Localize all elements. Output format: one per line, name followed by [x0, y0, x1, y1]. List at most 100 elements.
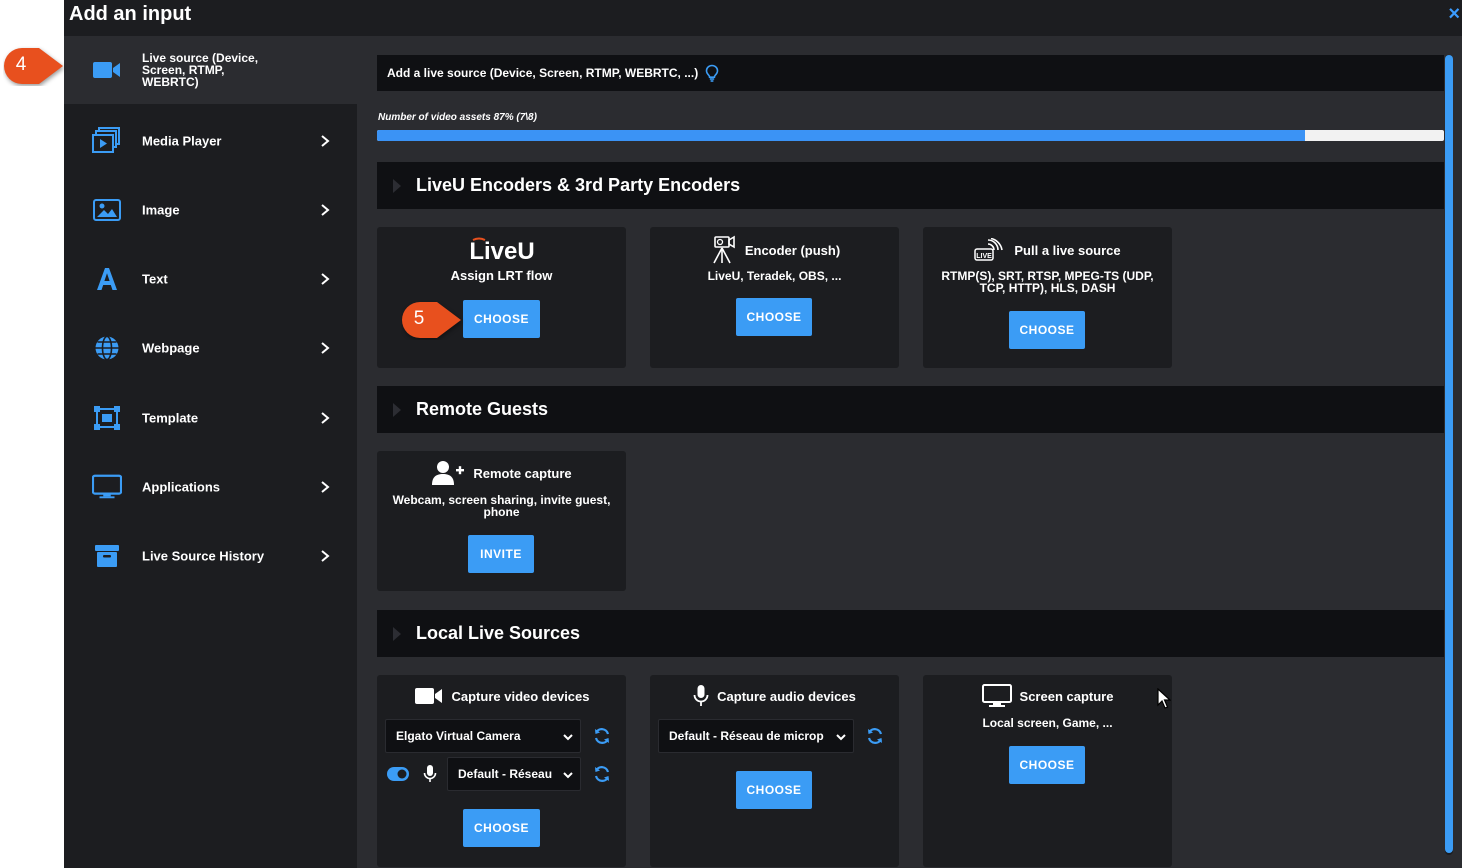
microphone-icon — [693, 685, 709, 706]
scrollbar[interactable] — [1445, 55, 1453, 855]
chevron-right-icon — [321, 135, 330, 147]
mouse-cursor-icon — [1157, 688, 1171, 709]
template-icon — [92, 403, 122, 433]
chevron-down-icon — [563, 772, 573, 779]
media-player-icon — [92, 126, 122, 156]
sidebar-item-label: Live Source History — [142, 548, 265, 564]
audio-select-value: Default - Réseau — [458, 767, 553, 781]
card-title: Screen capture — [1019, 688, 1114, 704]
sidebar-item-media-player[interactable]: Media Player — [64, 107, 357, 175]
section-title: LiveU Encoders & 3rd Party Encoders — [416, 175, 741, 195]
close-icon[interactable]: × — [1448, 3, 1460, 26]
lightbulb-icon[interactable] — [705, 64, 719, 82]
card-remote-capture: Remote capture Webcam, screen sharing, i… — [377, 451, 626, 591]
sidebar-item-image[interactable]: Image — [64, 176, 357, 244]
globe-icon — [92, 333, 122, 363]
encoder-push-choose-button[interactable]: CHOOSE — [736, 298, 812, 336]
sidebar-item-label: Live source (Device, Screen, RTMP, WEBRT… — [142, 51, 259, 89]
card-subtitle: RTMP(S), SRT, RTSP, MPEG-TS (UDP, TCP, H… — [941, 269, 1154, 295]
audio-select[interactable]: Default - Réseau — [447, 757, 581, 791]
card-title: Encoder (push) — [744, 242, 841, 258]
liveu-logo: LiveU — [377, 237, 626, 265]
info-bar: Add a live source (Device, Screen, RTMP,… — [377, 55, 1444, 91]
scrollbar-thumb[interactable] — [1445, 55, 1453, 853]
sidebar: Live source (Device, Screen, RTMP, WEBRT… — [64, 36, 357, 868]
card-title: Capture video devices — [451, 688, 590, 704]
card-subtitle: LiveU, Teradek, OBS, ... — [707, 269, 842, 283]
card-header: LIVE Pull a live source — [923, 235, 1172, 265]
assets-count-label: Number of video assets 87% (7\8) — [378, 112, 537, 123]
sidebar-item-label: Webpage — [142, 340, 200, 356]
audio-device-select-value: Default - Réseau de microp — [669, 729, 824, 743]
section-encoders[interactable]: LiveU Encoders & 3rd Party Encoders — [377, 162, 1444, 209]
card-title: Pull a live source — [1014, 242, 1121, 258]
add-user-icon — [432, 461, 465, 485]
card-capture-video: Capture video devices Elgato Virtual Cam… — [377, 675, 626, 867]
chevron-down-icon — [836, 734, 846, 741]
sidebar-item-text[interactable]: Text — [64, 245, 357, 313]
card-encoder-push: Encoder (push) LiveU, Teradek, OBS, ... … — [650, 227, 899, 368]
chevron-right-icon — [321, 481, 330, 493]
liveu-logo-text: LiveU — [469, 238, 534, 265]
screen-icon — [981, 684, 1012, 707]
audio-toggle-switch[interactable] — [387, 767, 409, 781]
card-header: Remote capture — [377, 458, 626, 488]
card-header: Screen capture — [923, 683, 1172, 709]
sidebar-item-live-source-history[interactable]: Live Source History — [64, 522, 357, 590]
camera-select-value: Elgato Virtual Camera — [396, 729, 521, 743]
live-broadcast-icon: LIVE — [974, 238, 1004, 261]
chevron-down-icon — [563, 734, 573, 741]
add-input-modal: Add an input × Live source (Device, Scre… — [64, 0, 1462, 868]
step-4-label: 4 — [15, 54, 27, 75]
card-subtitle: Local screen, Game, ... — [982, 716, 1113, 730]
refresh-icon[interactable] — [592, 726, 612, 746]
microphone-icon — [423, 765, 437, 782]
card-header: Capture audio devices — [650, 683, 899, 709]
sidebar-item-label: Media Player — [142, 133, 222, 149]
step-5-label: 5 — [413, 308, 425, 329]
pull-source-choose-button[interactable]: CHOOSE — [1009, 311, 1085, 349]
chevron-right-icon — [321, 342, 330, 354]
step-5-callout: 5 — [401, 300, 461, 338]
section-title: Local Live Sources — [416, 623, 581, 643]
image-icon — [92, 195, 122, 225]
chevron-right-icon — [321, 273, 330, 285]
capture-audio-choose-button[interactable]: CHOOSE — [736, 771, 812, 809]
capture-video-choose-button[interactable]: CHOOSE — [463, 809, 540, 847]
sidebar-item-label: Template — [142, 410, 199, 426]
card-header: Encoder (push) — [650, 235, 899, 265]
svg-text:LIVE: LIVE — [977, 253, 993, 260]
modal-title: Add an input — [69, 3, 192, 25]
section-local-live-sources[interactable]: Local Live Sources — [377, 610, 1444, 657]
card-header: Capture video devices — [377, 683, 626, 709]
invite-button[interactable]: INVITE — [468, 535, 534, 573]
step-4-callout: 4 — [3, 46, 63, 84]
assets-progress-bar — [377, 130, 1444, 141]
section-remote-guests[interactable]: Remote Guests — [377, 386, 1444, 433]
sidebar-item-label: Text — [142, 271, 168, 287]
sidebar-item-webpage[interactable]: Webpage — [64, 314, 357, 382]
card-liveu: LiveU Assign LRT flow CHOOSE — [377, 227, 626, 368]
archive-icon — [92, 541, 122, 571]
liveu-choose-button[interactable]: CHOOSE — [463, 300, 540, 338]
screen-capture-choose-button[interactable]: CHOOSE — [1009, 746, 1085, 784]
liveu-logo-icon: LiveU — [469, 237, 534, 265]
camera-select[interactable]: Elgato Virtual Camera — [385, 719, 581, 753]
video-camera-icon — [92, 55, 122, 85]
caret-right-icon — [393, 179, 401, 193]
sidebar-item-template[interactable]: Template — [64, 384, 357, 452]
caret-right-icon — [393, 403, 401, 417]
card-screen-capture: Screen capture Local screen, Game, ... C… — [923, 675, 1172, 867]
audio-device-select[interactable]: Default - Réseau de microp — [658, 719, 854, 753]
card-title: Capture audio devices — [717, 688, 856, 704]
modal-header: Add an input × — [64, 0, 1462, 36]
chevron-right-icon — [321, 550, 330, 562]
card-title: Remote capture — [473, 465, 572, 481]
text-icon — [92, 264, 122, 294]
sidebar-item-applications[interactable]: Applications — [64, 453, 357, 521]
sidebar-item-live-source[interactable]: Live source (Device, Screen, RTMP, WEBRT… — [64, 36, 357, 104]
card-subtitle: Webcam, screen sharing, invite guest, ph… — [392, 493, 611, 519]
card-pull-live-source: LIVE Pull a live source RTMP(S), SRT, RT… — [923, 227, 1172, 368]
refresh-icon[interactable] — [592, 764, 612, 784]
refresh-icon[interactable] — [865, 726, 885, 746]
